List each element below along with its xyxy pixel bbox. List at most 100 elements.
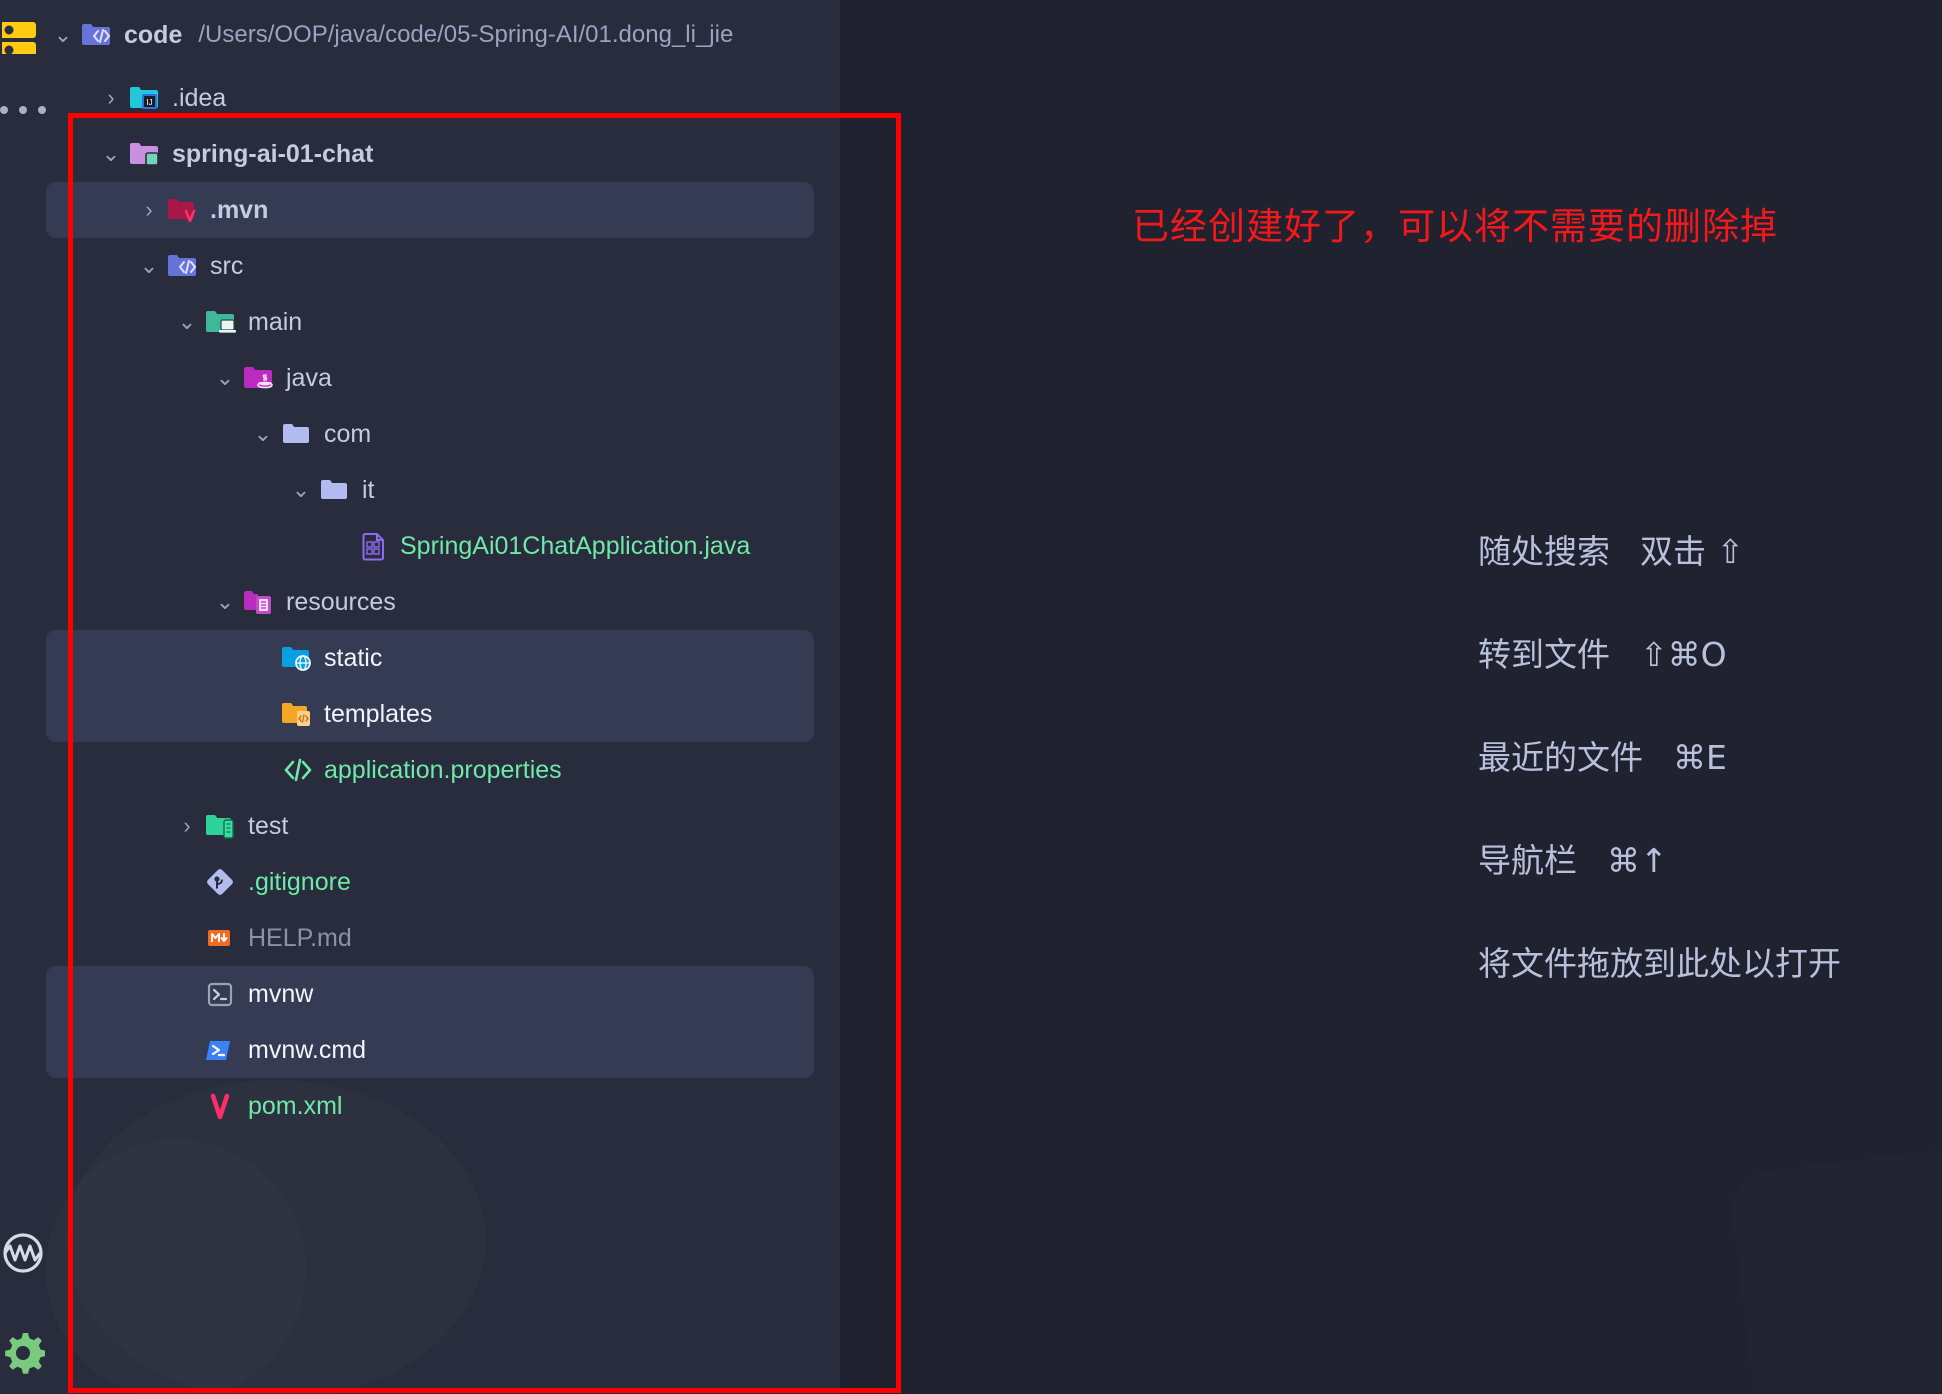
annotation-note-text: 已经创建好了，可以将不需要的删除掉 (1132, 205, 1778, 248)
tree-item-label: .gitignore (248, 867, 351, 896)
chevron-placeholder-icon (246, 645, 280, 671)
project-tool-window: ⌄ code/Users/OOP/java/code/05-Spring-AI/0… (46, 0, 840, 1394)
editor-hint-row: 导航栏 ⌘↑ (1478, 834, 1841, 882)
ide-window: ⌄ code/Users/OOP/java/code/05-Spring-AI/0… (0, 0, 1942, 1394)
chevron-down-icon[interactable]: ⌄ (46, 22, 80, 48)
tree-item-templates[interactable]: templates (46, 686, 814, 742)
editor-shortcut-hints: 随处搜索 双击 ⇧ 转到文件 ⇧⌘O 最近的文件 ⌘E 导航栏 ⌘↑ 将文件拖放到此处以打开 (1478, 525, 1841, 1040)
chevron-placeholder-icon (170, 925, 204, 951)
chevron-placeholder-icon (170, 1037, 204, 1063)
tree-item-resources[interactable]: ⌄ resources (46, 574, 840, 630)
tree-item-label: test (248, 811, 289, 840)
tree-item-com[interactable]: ⌄ com (46, 406, 840, 462)
editor-hint-shortcut: 双击 ⇧ (1640, 532, 1745, 571)
chevron-placeholder-icon (246, 757, 280, 783)
watermark-decoration (12, 1106, 340, 1394)
editor-hint-action: 最近的文件 (1478, 738, 1643, 777)
tree-item-java[interactable]: ⌄ java (46, 350, 840, 406)
tree-item-label: .idea (172, 83, 227, 112)
java-class-file-icon (356, 531, 390, 561)
chevron-down-icon[interactable]: ⌄ (246, 421, 280, 447)
chevron-right-icon[interactable]: › (94, 85, 128, 111)
package-folder-icon (318, 475, 352, 505)
tree-item-label: .mvn (210, 195, 269, 224)
tree-root-path: /Users/OOP/java/code/05-Spring-AI/01.don… (198, 21, 734, 48)
tree-item-label: templates (324, 699, 433, 728)
tree-item-application-properties[interactable]: application.properties (46, 742, 840, 798)
markdown-file-icon (204, 923, 238, 953)
tree-item-label: pom.xml (248, 1091, 343, 1120)
tree-item-label: static (324, 643, 383, 672)
idea-folder-icon: IJ (128, 83, 162, 113)
chevron-right-icon[interactable]: › (132, 197, 166, 223)
tree-item-pom-xml[interactable]: pom.xml (46, 1078, 840, 1134)
editor-hint-action: 随处搜索 (1478, 532, 1610, 571)
static-web-folder-icon (280, 643, 314, 673)
tree-item-label: com (324, 419, 372, 448)
test-folder-icon (204, 811, 238, 841)
tree-item-mvnw[interactable]: mvnw (46, 966, 814, 1022)
src-folder-icon (80, 20, 114, 50)
more-options-icon[interactable] (0, 92, 46, 128)
settings-gear-icon[interactable] (0, 1330, 46, 1376)
project-structure-icon[interactable] (0, 8, 46, 58)
chevron-right-icon[interactable]: › (170, 813, 204, 839)
editor-hint-row: 将文件拖放到此处以打开 (1478, 937, 1841, 985)
tree-item-it[interactable]: ⌄ it (46, 462, 840, 518)
chevron-down-icon[interactable]: ⌄ (132, 253, 166, 279)
cmd-script-file-icon (204, 1035, 238, 1065)
tree-item-main[interactable]: ⌄ main (46, 294, 840, 350)
tree-item-test[interactable]: › test (46, 798, 840, 854)
tree-item-gitignore[interactable]: .gitignore (46, 854, 840, 910)
editor-hint-action: 将文件拖放到此处以打开 (1478, 944, 1841, 983)
tree-item-springai01chatapplication-java[interactable]: SpringAi01ChatApplication.java (46, 518, 840, 574)
editor-hint-row: 随处搜索 双击 ⇧ (1478, 525, 1841, 573)
activity-rail (0, 0, 46, 1394)
editor-hint-shortcut: ⌘E (1673, 738, 1727, 777)
terminal-wave-icon[interactable] (0, 1230, 46, 1276)
chevron-placeholder-icon (170, 869, 204, 895)
editor-hint-row: 转到文件 ⇧⌘O (1478, 628, 1841, 676)
project-tree[interactable]: ⌄ code/Users/OOP/java/code/05-Spring-AI/0… (46, 0, 840, 1134)
chevron-down-icon[interactable]: ⌄ (170, 309, 204, 335)
git-file-icon (204, 867, 238, 897)
chevron-down-icon[interactable]: ⌄ (284, 477, 318, 503)
editor-hint-action: 导航栏 (1478, 841, 1577, 880)
resources-folder-icon (242, 587, 276, 617)
tree-item-src[interactable]: ⌄ src (46, 238, 840, 294)
maven-pom-file-icon (204, 1091, 238, 1121)
shell-script-file-icon (204, 979, 238, 1009)
tree-item-label: it (362, 475, 375, 504)
editor-hint-action: 转到文件 (1478, 635, 1610, 674)
editor-hint-shortcut: ⌘↑ (1607, 841, 1668, 880)
editor-hint-row: 最近的文件 ⌘E (1478, 731, 1841, 779)
templates-folder-icon (280, 699, 314, 729)
tree-item-label: java (286, 363, 332, 392)
chevron-down-icon[interactable]: ⌄ (208, 365, 242, 391)
chevron-placeholder-icon (246, 701, 280, 727)
tree-item-mvn[interactable]: › .mvn (46, 182, 814, 238)
tree-item-label: src (210, 251, 244, 280)
main-folder-icon (204, 307, 238, 337)
svg-text:IJ: IJ (146, 98, 152, 107)
tree-item-spring-ai-01-chat[interactable]: ⌄ spring-ai-01-chat (46, 126, 840, 182)
tree-item-label: mvnw.cmd (248, 1035, 367, 1064)
chevron-placeholder-icon (322, 533, 356, 559)
module-folder-icon (128, 139, 162, 169)
chevron-down-icon[interactable]: ⌄ (208, 589, 242, 615)
tree-item-label: mvnw (248, 979, 314, 1008)
tree-item-label: SpringAi01ChatApplication.java (400, 531, 751, 560)
tree-root-label: code (124, 20, 183, 49)
chevron-down-icon[interactable]: ⌄ (94, 141, 128, 167)
tree-item-mvnw-cmd[interactable]: mvnw.cmd (46, 1022, 814, 1078)
tree-item-label: main (248, 307, 303, 336)
editor-hint-shortcut: ⇧⌘O (1640, 635, 1727, 674)
maven-folder-icon (166, 195, 200, 225)
tree-item-static[interactable]: static (46, 630, 814, 686)
tree-item-help-md[interactable]: HELP.md (46, 910, 840, 966)
tree-item-idea[interactable]: › IJ .idea (46, 70, 840, 126)
watermark-decoration (1728, 1066, 1942, 1394)
tree-item-label: HELP.md (248, 923, 352, 952)
java-source-folder-icon (242, 363, 276, 393)
tree-root-row[interactable]: ⌄ code/Users/OOP/java/code/05-Spring-AI/0… (46, 0, 840, 70)
